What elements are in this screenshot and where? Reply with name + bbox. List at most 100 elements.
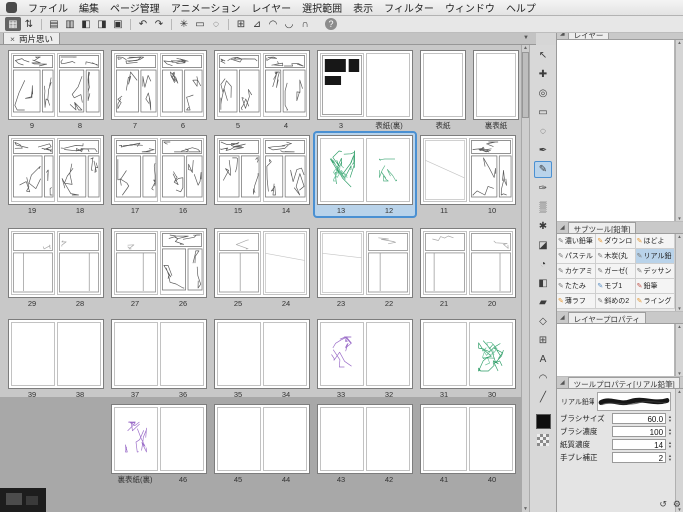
menu-item-7[interactable]: フィルター	[384, 0, 434, 15]
spread-45-44[interactable]: 45 44	[212, 402, 312, 485]
main-vertical-scrollbar[interactable]: ▲ ▼	[521, 45, 529, 512]
new-page-button[interactable]: ▤	[46, 17, 62, 31]
grid-button[interactable]: ⊞	[233, 17, 249, 31]
spread-3-表紙(裏)[interactable]: 3 表紙(裏)	[315, 48, 415, 131]
slider-value-field[interactable]: 60.0	[612, 413, 667, 424]
select-rect-button[interactable]: ▭	[192, 17, 208, 31]
pen-tool[interactable]: ✒	[534, 142, 552, 159]
undo-button[interactable]: ↶	[135, 17, 151, 31]
eraser-tool[interactable]: ◪	[534, 237, 552, 254]
snap-grid-button[interactable]: ◡	[281, 17, 297, 31]
spread-35-34[interactable]: 35 34	[212, 317, 312, 400]
slider-stepper[interactable]: ▲ ▼	[668, 453, 672, 462]
reset-all-settings-icon[interactable]: ↺	[659, 499, 667, 510]
subtool-item-13[interactable]: ✎ 斜めの2	[596, 294, 636, 309]
flip-right-button[interactable]: ◨	[94, 17, 110, 31]
scroll-thumb[interactable]	[522, 52, 529, 118]
line-correction-tool[interactable]: ╱	[534, 389, 552, 406]
page-spinner[interactable]: ⇅	[21, 17, 37, 31]
frame-border-tool[interactable]: ⊞	[534, 332, 552, 349]
spread-9-8[interactable]: 98	[6, 48, 106, 131]
menu-item-9[interactable]: ヘルプ	[506, 0, 536, 15]
close-tab-icon[interactable]: ×	[10, 34, 15, 44]
zoom-tool[interactable]: ◎	[534, 85, 552, 102]
help-button[interactable]: ?	[325, 18, 337, 30]
panel-collapse-icon[interactable]: ◢	[560, 314, 565, 323]
add-page-button[interactable]: ▥	[62, 17, 78, 31]
spread-27-26[interactable]: 27 26	[109, 226, 209, 309]
stepper-down-icon[interactable]: ▼	[668, 457, 672, 462]
brush-tool[interactable]: ✑	[534, 180, 552, 197]
scroll-up-icon[interactable]: ▲	[677, 40, 681, 45]
spread-25-24[interactable]: 25 24	[212, 226, 312, 309]
subtool-panel-scrollbar[interactable]: ▲ ▼	[675, 234, 683, 311]
snap-special-button[interactable]: ∩	[297, 17, 313, 31]
gradient-tool[interactable]: ▰	[534, 294, 552, 311]
subtool-item-1[interactable]: ✎ ダウンロ	[596, 234, 636, 249]
subtool-detail-icon[interactable]: ⚙	[673, 499, 681, 510]
airbrush-tool[interactable]: ▒	[534, 199, 552, 216]
spread-43-42[interactable]: 43 42	[315, 402, 415, 485]
blend-tool[interactable]: ◔	[534, 256, 552, 273]
page-裏表紙[interactable]: 裏表紙	[471, 48, 521, 131]
layer-list[interactable]	[557, 40, 675, 221]
spread-39-38[interactable]: 39 38	[6, 317, 106, 400]
spread-15-14[interactable]: 15 14	[212, 133, 312, 216]
subtool-item-6[interactable]: ✎ カケアミ	[557, 264, 597, 279]
document-tab[interactable]: × 両片思い	[3, 32, 60, 44]
fill-tool[interactable]: ◧	[534, 275, 552, 292]
marquee-select-tool[interactable]: ▭	[534, 104, 552, 121]
subtool-item-9[interactable]: ✎ たたみ	[557, 279, 597, 294]
deselect-button[interactable]: ◌	[208, 17, 224, 31]
tab-list-dropdown-icon[interactable]: ▼	[523, 35, 529, 41]
main-color-swatch[interactable]	[535, 414, 551, 429]
subtool-item-12[interactable]: ✎ 薄ラフ	[557, 294, 597, 309]
scroll-up-icon[interactable]: ▲	[677, 324, 681, 329]
subtool-item-14[interactable]: ✎ ライング	[635, 294, 675, 309]
slider-stepper[interactable]: ▲ ▼	[668, 427, 672, 436]
flip-left-button[interactable]: ◧	[78, 17, 94, 31]
ruler-button[interactable]: ⊿	[249, 17, 265, 31]
spread-37-36[interactable]: 37 36	[109, 317, 209, 400]
menu-item-4[interactable]: レイヤー	[251, 0, 291, 15]
scroll-down-icon[interactable]: ▼	[523, 506, 528, 512]
spread-21-20[interactable]: 21 20	[418, 226, 518, 309]
panel-collapse-icon[interactable]: ◢	[560, 379, 565, 388]
stepper-down-icon[interactable]: ▼	[668, 431, 672, 436]
slider-value-field[interactable]: 2	[612, 452, 667, 463]
subtool-panel-tab[interactable]: サブツール[鉛筆]	[567, 222, 637, 233]
subtool-item-8[interactable]: ✎ デッサン	[635, 264, 675, 279]
layer-panel-scrollbar[interactable]: ▲ ▼	[675, 40, 683, 221]
subtool-item-2[interactable]: ✎ ほどよ	[635, 234, 675, 249]
subtool-item-4[interactable]: ✎ 木炭(丸	[596, 249, 636, 264]
slider-stepper[interactable]: ▲ ▼	[668, 414, 672, 423]
tool-property-panel-tab[interactable]: ツールプロパティ[リアル鉛筆]	[567, 377, 680, 388]
page-manager-view-button[interactable]: ▦	[5, 17, 21, 31]
spread-19-18[interactable]: 19 18	[6, 133, 106, 216]
redo-button[interactable]: ↷	[151, 17, 167, 31]
scroll-up-icon[interactable]: ▲	[677, 389, 681, 394]
subtool-item-7[interactable]: ✎ ガーゼ(	[596, 264, 636, 279]
menu-item-3[interactable]: アニメーション	[171, 0, 241, 15]
stepper-down-icon[interactable]: ▼	[668, 418, 672, 423]
snap-ruler-button[interactable]: ◠	[265, 17, 281, 31]
layer-property-panel-tab[interactable]: レイヤープロパティ	[567, 312, 646, 323]
menu-item-6[interactable]: 表示	[353, 0, 373, 15]
subtool-item-5[interactable]: ✎ リアル鉛	[635, 249, 675, 264]
menu-item-5[interactable]: 選択範囲	[302, 0, 342, 15]
figure-tool[interactable]: ◇	[534, 313, 552, 330]
operation-tool[interactable]: ↖	[534, 47, 552, 64]
stepper-down-icon[interactable]: ▼	[668, 444, 672, 449]
slider-value-field[interactable]: 100	[612, 426, 667, 437]
spread-7-6[interactable]: 76	[109, 48, 209, 131]
spread-17-16[interactable]: 17 16	[109, 133, 209, 216]
page-表紙[interactable]: 表紙	[418, 48, 468, 131]
text-tool[interactable]: A	[534, 351, 552, 368]
pencil-tool[interactable]: ✎	[534, 161, 552, 178]
transparent-color-swatch[interactable]	[537, 434, 549, 446]
spread-5-4[interactable]: 54	[212, 48, 312, 131]
spread-29-28[interactable]: 29 28	[6, 226, 106, 309]
scroll-up-icon[interactable]: ▲	[677, 234, 681, 239]
spread-裏表紙(裏)-46[interactable]: 裏表紙(裏) 46	[109, 402, 209, 485]
slider-stepper[interactable]: ▲ ▼	[668, 440, 672, 449]
